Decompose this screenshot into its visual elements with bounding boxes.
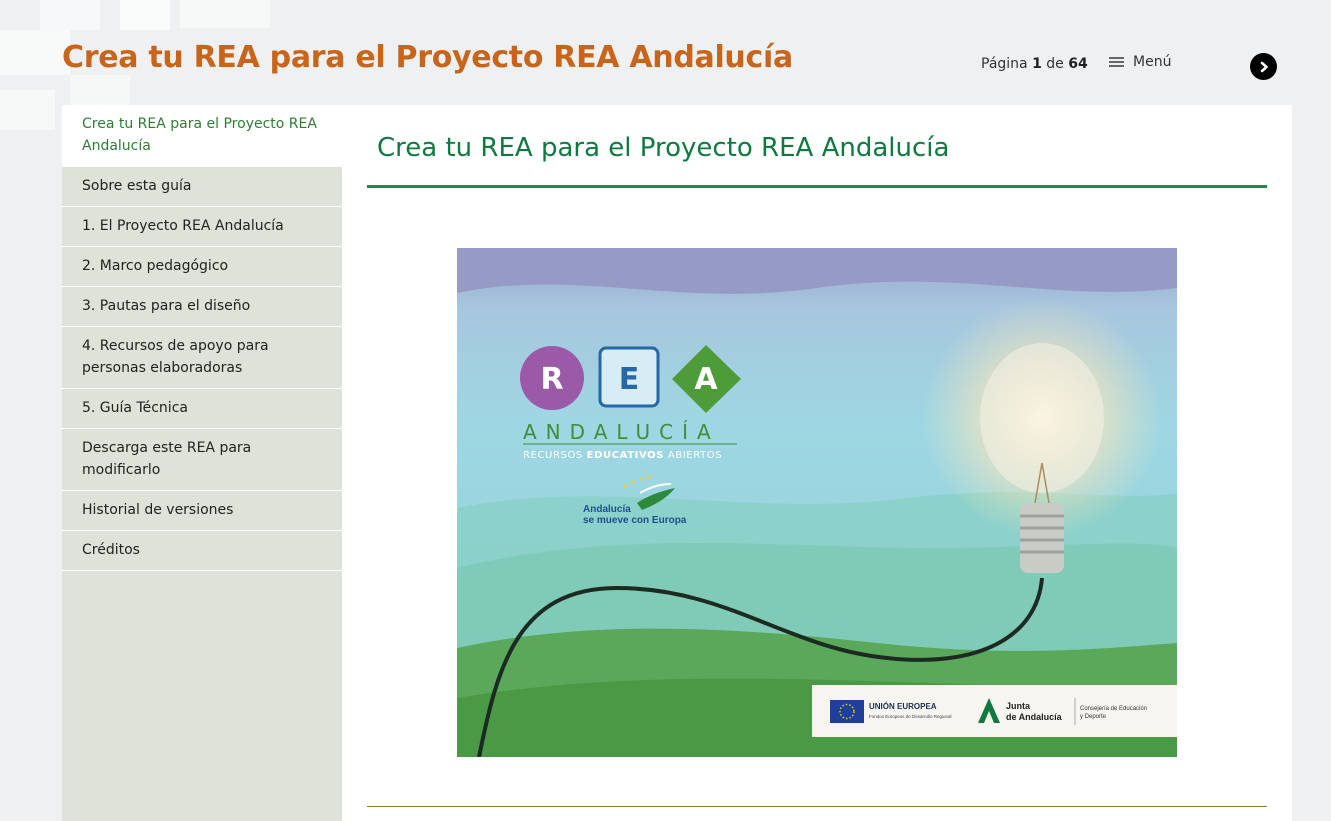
next-page-button[interactable] (1250, 53, 1277, 80)
svg-text:Junta: Junta (1006, 701, 1031, 711)
hamburger-icon (1109, 57, 1124, 67)
svg-text:RECURSOS EDUCATIVOS ABIERTOS: RECURSOS EDUCATIVOS ABIERTOS (523, 450, 722, 461)
institutional-logos-bar: UNIÓN EUROPEA Fondos Europeos de Desarro… (812, 685, 1177, 737)
sidebar-item-version-history[interactable]: Historial de versiones (62, 491, 342, 531)
svg-text:Consejería de Educación: Consejería de Educación (1080, 706, 1147, 712)
chevron-right-icon (1260, 61, 1268, 72)
content-divider (367, 806, 1267, 807)
svg-text:se mueve con Europa: se mueve con Europa (583, 515, 687, 526)
sidebar-item-about-guide[interactable]: Sobre esta guía (62, 167, 342, 207)
svg-text:Fondos Europeos de Desarrollo: Fondos Europeos de Desarrollo Regional (869, 714, 952, 719)
svg-text:Andalucía: Andalucía (583, 504, 631, 515)
sidebar-item-credits[interactable]: Créditos (62, 531, 342, 571)
sidebar-item-project[interactable]: 1. El Proyecto REA Andalucía (62, 207, 342, 247)
sidebar-item-support-resources[interactable]: 4. Recursos de apoyo para personas elabo… (62, 327, 342, 389)
svg-text:A: A (694, 362, 718, 397)
sidebar-item-download[interactable]: Descarga este REA para modificarlo (62, 429, 342, 491)
svg-text:E: E (619, 362, 640, 397)
svg-text:UNIÓN EUROPEA: UNIÓN EUROPEA (869, 702, 937, 711)
svg-text:de Andalucía: de Andalucía (1006, 712, 1063, 722)
pager-current: 1 (1032, 56, 1042, 72)
menu-label: Menú (1133, 54, 1172, 70)
menu-button[interactable]: Menú (1109, 54, 1171, 70)
sidebar-item-home[interactable]: Crea tu REA para el Proyecto REA Andaluc… (62, 105, 342, 167)
svg-text:R: R (540, 362, 563, 397)
cover-illustration: R E A ANDALUCÍA RECURSOS EDUCATIVOS ABIE… (457, 248, 1177, 757)
pager-sep: de (1046, 56, 1064, 72)
svg-text:y Deporte: y Deporte (1080, 714, 1107, 720)
sidebar-nav: Crea tu REA para el Proyecto REA Andaluc… (62, 105, 342, 821)
page-counter: Página 1 de 64 (981, 56, 1088, 72)
pager-total: 64 (1068, 56, 1088, 72)
title-divider (367, 185, 1267, 188)
eu-flag-icon (830, 700, 864, 723)
pager-prefix: Página (981, 56, 1028, 72)
sidebar-item-design-guidelines[interactable]: 3. Pautas para el diseño (62, 287, 342, 327)
sidebar-item-technical-guide[interactable]: 5. Guía Técnica (62, 389, 342, 429)
cover-image: R E A ANDALUCÍA RECURSOS EDUCATIVOS ABIE… (457, 248, 1177, 757)
svg-text:ANDALUCÍA: ANDALUCÍA (523, 420, 720, 444)
page-title: Crea tu REA para el Proyecto REA Andaluc… (377, 133, 950, 163)
sidebar-item-pedagogical-framework[interactable]: 2. Marco pedagógico (62, 247, 342, 287)
main-content: Crea tu REA para el Proyecto REA Andaluc… (342, 105, 1292, 821)
site-title[interactable]: Crea tu REA para el Proyecto REA Andaluc… (62, 40, 793, 75)
